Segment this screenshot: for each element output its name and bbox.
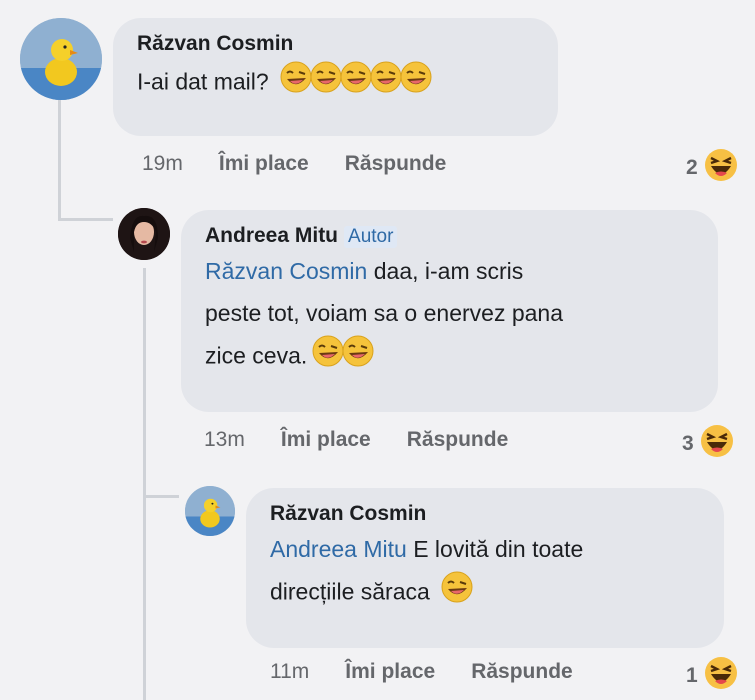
comment-time[interactable]: 19m	[142, 152, 183, 176]
comment-actions: 13m Îmi place Răspunde	[204, 428, 508, 452]
comment-time[interactable]: 13m	[204, 428, 245, 452]
comment-bubble: Andreea Mitu Autor Răzvan Cosmin daa, i-a…	[181, 210, 718, 412]
avatar[interactable]	[185, 486, 235, 536]
haha-reaction-icon	[704, 656, 738, 696]
avatar[interactable]	[20, 18, 102, 100]
comment-bubble: Răzvan Cosmin Andreea Mitu E lovită din …	[246, 488, 724, 648]
reply-button[interactable]: Răspunde	[471, 660, 573, 684]
laughing-wink-emoji-icon	[440, 570, 474, 617]
comment-bubble: Răzvan Cosmin I-ai dat mail?	[113, 18, 558, 136]
comment-text: I-ai dat mail?	[137, 60, 558, 107]
laughing-wink-emoji-icon	[369, 60, 403, 107]
mention-link[interactable]: Andreea Mitu	[270, 536, 407, 562]
comment-author[interactable]: Răzvan Cosmin	[137, 32, 558, 56]
reply-button[interactable]: Răspunde	[345, 152, 447, 176]
mention-link[interactable]: Răzvan Cosmin	[205, 258, 367, 284]
reaction-summary[interactable]: 2	[686, 148, 738, 188]
duck-avatar-icon	[20, 18, 102, 100]
reaction-summary[interactable]: 1	[686, 656, 738, 696]
author-badge: Autor	[344, 226, 398, 248]
laughing-wink-emoji-icon	[309, 60, 343, 107]
emoji-group	[275, 61, 433, 95]
reaction-count: 3	[682, 432, 694, 455]
reaction-summary[interactable]: 3	[682, 424, 734, 464]
laughing-wink-emoji-icon	[339, 60, 373, 107]
laughing-wink-emoji-icon	[279, 60, 313, 107]
comment-text-line: zice ceva.	[205, 342, 308, 369]
thread-line-curve	[58, 218, 113, 221]
comment-text: Răzvan Cosmin daa, i-am scris peste tot,…	[205, 250, 718, 381]
thread-line-reply	[143, 268, 146, 700]
emoji-group	[307, 335, 375, 369]
haha-reaction-icon	[704, 148, 738, 188]
reaction-count: 2	[686, 156, 698, 179]
laughing-wink-emoji-icon	[311, 334, 345, 381]
reaction-count: 1	[686, 664, 698, 687]
duck-avatar-icon	[185, 486, 235, 536]
comment-author[interactable]: Răzvan Cosmin	[270, 502, 724, 526]
like-button[interactable]: Îmi place	[281, 428, 371, 452]
like-button[interactable]: Îmi place	[219, 152, 309, 176]
comment-time[interactable]: 11m	[270, 660, 309, 684]
thread-line-reply-curve	[143, 495, 179, 498]
laughing-wink-emoji-icon	[341, 334, 375, 381]
comment-text-line: peste tot, voiam sa o enervez pana	[205, 300, 563, 326]
comment-text-line: direcțiile săraca	[270, 578, 430, 605]
comment-actions: 19m Îmi place Răspunde	[142, 152, 446, 176]
emoji-group	[436, 571, 474, 605]
comment-actions: 11m Îmi place Răspunde	[270, 660, 573, 684]
comment-author[interactable]: Andreea Mitu	[205, 224, 338, 247]
avatar[interactable]	[118, 208, 170, 260]
woman-avatar-icon	[118, 208, 170, 260]
comment-text-body: I-ai dat mail?	[137, 68, 269, 95]
comment-text-line: E lovită din toate	[413, 536, 584, 562]
like-button[interactable]: Îmi place	[345, 660, 435, 684]
thread-line-main	[58, 100, 61, 220]
comment-author-row: Andreea Mitu Autor	[205, 224, 718, 248]
comment-text: Andreea Mitu E lovită din toate direcții…	[270, 528, 724, 617]
laughing-wink-emoji-icon	[399, 60, 433, 107]
comment-text-line: daa, i-am scris	[373, 258, 524, 284]
haha-reaction-icon	[700, 424, 734, 464]
reply-button[interactable]: Răspunde	[407, 428, 509, 452]
